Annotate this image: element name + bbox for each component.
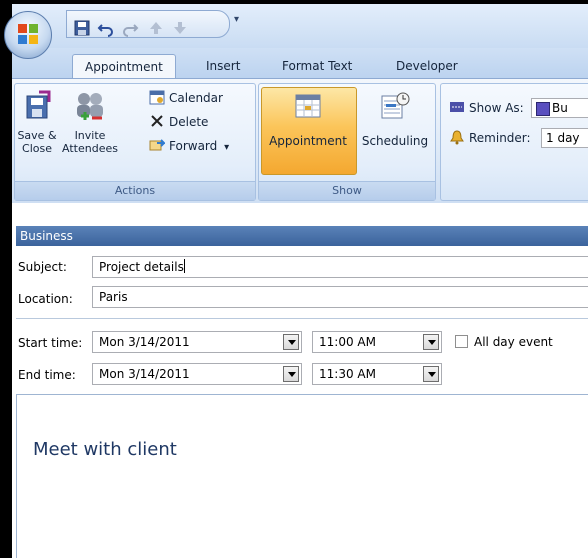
window-top-edge [0, 0, 588, 4]
up-arrow-icon[interactable] [147, 19, 165, 37]
tab-insert[interactable]: Insert [204, 54, 242, 78]
subject-input[interactable]: Project details [92, 256, 588, 278]
end-date-value: Mon 3/14/2011 [99, 367, 190, 381]
end-time-dropdown-arrow-icon[interactable] [423, 366, 439, 382]
end-time-label: End time: [18, 368, 76, 382]
ribbon-tabs: Appointment Insert Format Text Developer [12, 48, 588, 79]
reminder-dropdown[interactable]: 1 day [541, 128, 588, 148]
start-date-value: Mon 3/14/2011 [99, 335, 190, 349]
save-close-button[interactable]: Save & Close [15, 90, 59, 160]
reminder-control[interactable]: Reminder: [449, 128, 531, 148]
show-as-icon [450, 102, 464, 112]
show-as-label: Show As: [469, 101, 524, 115]
location-input[interactable]: Paris [92, 286, 588, 308]
calendar-icon [149, 90, 165, 105]
show-group: Appointment Scheduling Show [258, 83, 436, 201]
reminder-label: Reminder: [469, 131, 531, 145]
invite-attendees-button[interactable]: Invite Attendees [61, 90, 119, 160]
delete-button[interactable]: Delete [149, 112, 208, 132]
location-label: Location: [18, 292, 73, 306]
appointment-view-button[interactable]: Appointment [261, 92, 355, 162]
notes-text: Meet with client [33, 439, 177, 460]
start-date-dropdown-arrow-icon[interactable] [283, 334, 299, 350]
start-time-label: Start time: [18, 336, 83, 350]
reminder-value: 1 day [546, 131, 580, 145]
tab-appointment[interactable]: Appointment [72, 54, 176, 79]
scheduling-view-label: Scheduling [361, 134, 429, 148]
save-icon[interactable] [73, 19, 91, 37]
window-left-edge [0, 0, 12, 558]
actions-group-label: Actions [15, 181, 255, 200]
undo-icon[interactable] [97, 19, 115, 37]
notes-body[interactable]: Meet with client [16, 394, 588, 558]
save-close-label-2: Close [22, 142, 52, 155]
scheduling-view-button[interactable]: Scheduling [357, 92, 433, 162]
quick-access-pill [66, 10, 230, 38]
show-as-control[interactable]: Show As: [449, 98, 524, 118]
forward-label: Forward [169, 139, 218, 153]
calendar-label: Calendar [169, 91, 223, 105]
category-bar: Business [16, 226, 588, 246]
tab-format-text[interactable]: Format Text [280, 54, 354, 78]
save-close-label-1: Save & [17, 129, 57, 142]
show-group-label: Show [259, 181, 435, 200]
tab-developer[interactable]: Developer [394, 54, 460, 78]
appointment-view-label: Appointment [269, 134, 347, 148]
forward-icon [149, 139, 165, 151]
appointment-form: Business Subject: Project details Locati… [12, 208, 588, 558]
invite-attendees-label-2: Attendees [62, 142, 118, 155]
start-time-dropdown[interactable]: 11:00 AM [312, 331, 442, 353]
text-cursor [183, 259, 185, 273]
all-day-checkbox[interactable] [455, 335, 468, 348]
show-as-dropdown[interactable]: Bu [531, 98, 588, 118]
appointment-icon [295, 94, 321, 118]
options-group: Show As: Bu Reminder: 1 day [440, 83, 588, 201]
show-as-value: Bu [552, 101, 568, 115]
quick-access-toolbar: ▾ [12, 4, 588, 48]
forward-dropdown-icon[interactable]: ▾ [224, 142, 229, 153]
redo-icon[interactable] [121, 19, 139, 37]
all-day-label: All day event [474, 335, 553, 349]
outlook-appointment-window: ▾ Appointment Insert Format Text Develop… [0, 0, 588, 558]
start-time-dropdown-arrow-icon[interactable] [423, 334, 439, 350]
start-date-dropdown[interactable]: Mon 3/14/2011 [92, 331, 302, 353]
save-close-icon [26, 90, 51, 119]
subject-label: Subject: [18, 260, 67, 274]
form-divider [16, 318, 588, 319]
busy-color-swatch [536, 102, 550, 116]
ribbon: Save & Close Invite Attendees Calendar D… [12, 78, 588, 203]
delete-label: Delete [169, 115, 209, 129]
office-button[interactable] [4, 11, 52, 59]
reminder-bell-icon [450, 130, 464, 145]
scheduling-icon [381, 92, 410, 119]
end-date-dropdown[interactable]: Mon 3/14/2011 [92, 363, 302, 385]
end-time-value: 11:30 AM [319, 367, 376, 381]
invite-attendees-label-1: Invite [74, 129, 106, 142]
down-arrow-icon[interactable] [171, 19, 189, 37]
subject-value: Project details [99, 260, 184, 274]
actions-group: Save & Close Invite Attendees Calendar D… [14, 83, 256, 201]
end-time-dropdown[interactable]: 11:30 AM [312, 363, 442, 385]
delete-icon [151, 115, 163, 127]
start-time-value: 11:00 AM [319, 335, 376, 349]
forward-button[interactable]: Forward ▾ [149, 136, 229, 156]
calendar-button[interactable]: Calendar [149, 88, 223, 108]
office-logo-icon [18, 24, 38, 44]
invite-attendees-icon [77, 93, 103, 120]
end-date-dropdown-arrow-icon[interactable] [283, 366, 299, 382]
customize-quick-access-icon[interactable]: ▾ [234, 14, 246, 28]
